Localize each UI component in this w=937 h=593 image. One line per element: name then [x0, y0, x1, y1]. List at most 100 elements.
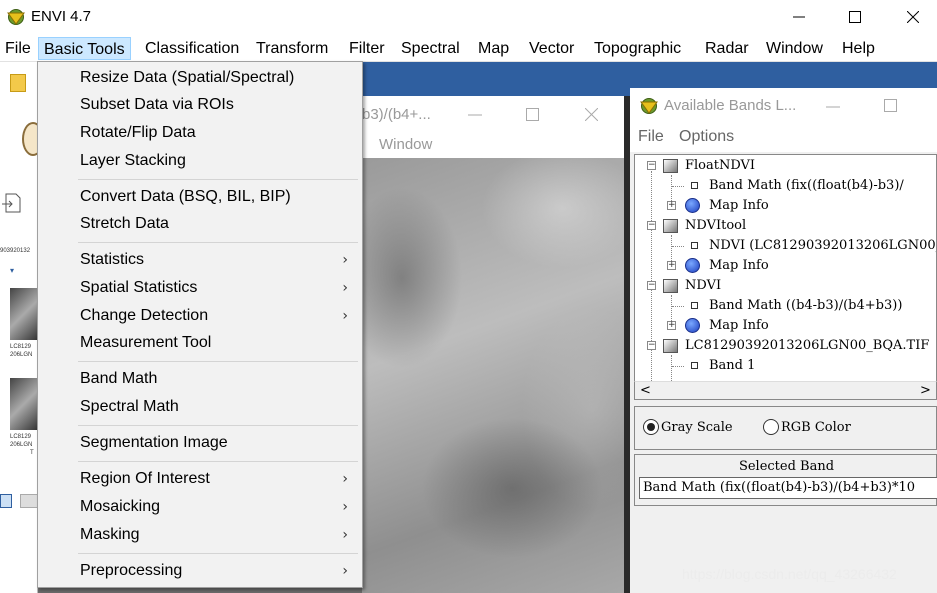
- open-file-icon[interactable]: [2, 192, 22, 214]
- tree-file-bqa[interactable]: LC81290392013206LGN00_BQA.TIF: [685, 336, 929, 356]
- menu-item-resize-data[interactable]: Resize Data (Spatial/Spectral): [38, 65, 362, 91]
- menu-window[interactable]: Window: [766, 37, 823, 60]
- tree-mapinfo-floatndvi[interactable]: Map Info: [709, 196, 769, 216]
- tree-horizontal-scrollbar[interactable]: < >: [634, 381, 937, 400]
- folder-icon[interactable]: [10, 74, 26, 92]
- menu-item-masking[interactable]: Masking ›: [38, 522, 362, 548]
- view-dropdown-icon[interactable]: ▾: [10, 266, 14, 275]
- menu-item-subset-data[interactable]: Subset Data via ROIs: [38, 92, 362, 118]
- map-info-globe-icon: [685, 318, 700, 333]
- menu-item-mosaicking[interactable]: Mosaicking ›: [38, 494, 362, 520]
- submenu-arrow-icon: ›: [342, 308, 348, 324]
- menu-item-region-of-interest[interactable]: Region Of Interest ›: [38, 466, 362, 492]
- tree-expand-toggle[interactable]: +: [667, 201, 676, 210]
- selected-band-field[interactable]: Band Math (fix((float(b4)-b3)/(b4+b3)*10: [639, 477, 937, 499]
- grayscale-image-canvas[interactable]: [362, 158, 624, 593]
- menu-topographic[interactable]: Topographic: [594, 37, 681, 60]
- menu-transform[interactable]: Transform: [256, 37, 328, 60]
- submenu-arrow-icon: ›: [342, 527, 348, 543]
- image-window-title: b3)/(b4+...: [362, 106, 431, 123]
- selected-band-panel: Selected Band Band Math (fix((float(b4)-…: [634, 454, 937, 506]
- tree-band-ndvi[interactable]: Band Math ((b4-b3)/(b4+b3)): [709, 296, 902, 316]
- tree-collapse-toggle[interactable]: −: [647, 161, 656, 170]
- user-avatar-icon: [22, 122, 37, 156]
- bands-minimize-icon[interactable]: [826, 106, 840, 108]
- tree-file-floatndvi[interactable]: FloatNDVI: [685, 156, 755, 176]
- view-toggle-button[interactable]: [0, 494, 12, 508]
- menu-item-rotate-flip[interactable]: Rotate/Flip Data: [38, 120, 362, 146]
- file-icon: [663, 219, 678, 233]
- band-leaf-icon: [691, 362, 698, 369]
- tree-expand-toggle[interactable]: +: [667, 321, 676, 330]
- tree-mapinfo-ndvitool[interactable]: Map Info: [709, 256, 769, 276]
- menu-item-segmentation-image[interactable]: Segmentation Image: [38, 430, 362, 456]
- tree-file-ndvi[interactable]: NDVI: [685, 276, 721, 296]
- submenu-arrow-icon: ›: [342, 252, 348, 268]
- watermark: https://blog.csdn.net/qq_43266432: [682, 566, 897, 582]
- menu-item-change-detection[interactable]: Change Detection ›: [38, 303, 362, 329]
- envi-globe-icon: [7, 9, 25, 25]
- bands-menu-file[interactable]: File: [638, 128, 664, 146]
- view-toggle-button-2[interactable]: [20, 494, 37, 508]
- image-menu-window[interactable]: Window: [379, 136, 432, 153]
- tree-collapse-toggle[interactable]: −: [647, 221, 656, 230]
- menu-spectral[interactable]: Spectral: [401, 37, 460, 60]
- menu-item-layer-stacking[interactable]: Layer Stacking: [38, 148, 362, 174]
- thumbnail-2[interactable]: [10, 378, 37, 430]
- scroll-right-icon[interactable]: >: [917, 382, 934, 399]
- menu-map[interactable]: Map: [478, 37, 509, 60]
- thumbnail-2-label-3: T: [30, 450, 34, 456]
- close-button[interactable]: [885, 0, 937, 34]
- menu-item-spatial-statistics[interactable]: Spatial Statistics ›: [38, 275, 362, 301]
- menu-item-statistics[interactable]: Statistics ›: [38, 247, 362, 273]
- tree-mapinfo-ndvi[interactable]: Map Info: [709, 316, 769, 336]
- tree-band-ndvitool[interactable]: NDVI (LC81290392013206LGN00_B4: [709, 236, 936, 256]
- menu-filter[interactable]: Filter: [349, 37, 385, 60]
- tree-band-floatndvi[interactable]: Band Math (fix((float(b4)-b3)/: [709, 176, 904, 196]
- maximize-button[interactable]: [827, 0, 883, 34]
- menu-file[interactable]: File: [5, 37, 31, 60]
- tree-collapse-toggle[interactable]: −: [647, 341, 656, 350]
- image-maximize-icon[interactable]: [526, 108, 539, 121]
- bands-tree: − FloatNDVI Band Math (fix((float(b4)-b3…: [634, 154, 937, 400]
- selected-band-label: Selected Band: [738, 459, 835, 474]
- menu-vector[interactable]: Vector: [529, 37, 574, 60]
- menu-item-stretch-data[interactable]: Stretch Data: [38, 211, 362, 237]
- file-icon: [663, 279, 678, 293]
- image-close-icon[interactable]: [585, 108, 598, 121]
- menu-item-convert-data[interactable]: Convert Data (BSQ, BIL, BIP): [38, 184, 362, 210]
- map-info-globe-icon: [685, 198, 700, 213]
- band-leaf-icon: [691, 182, 698, 189]
- image-minimize-icon[interactable]: [468, 114, 482, 116]
- menu-help[interactable]: Help: [842, 37, 875, 60]
- minimize-button[interactable]: [771, 0, 827, 34]
- bands-window-menubar: File Options: [630, 124, 937, 152]
- menu-item-measurement-tool[interactable]: Measurement Tool: [38, 330, 362, 356]
- tree-band-bqa[interactable]: Band 1: [709, 356, 755, 376]
- rgb-color-radio[interactable]: [763, 419, 779, 435]
- available-bands-window: Available Bands L... File Options − Floa…: [630, 88, 937, 593]
- thumbnail-1[interactable]: [10, 288, 37, 340]
- image-display-window: b3)/(b4+... Window: [362, 96, 624, 593]
- thumbnail-2-label-2: 206LGN: [10, 442, 33, 448]
- bands-window-titlebar: Available Bands L...: [630, 88, 937, 124]
- thumbnail-1-label-2: 206LGN: [10, 352, 33, 358]
- menu-classification[interactable]: Classification: [145, 37, 239, 60]
- gray-scale-radio[interactable]: [643, 419, 659, 435]
- bands-maximize-icon[interactable]: [884, 99, 897, 112]
- band-leaf-icon: [691, 242, 698, 249]
- menu-item-band-math[interactable]: Band Math: [38, 366, 362, 392]
- tree-collapse-toggle[interactable]: −: [647, 281, 656, 290]
- submenu-arrow-icon: ›: [342, 471, 348, 487]
- tree-file-ndvitool[interactable]: NDVItool: [685, 216, 746, 236]
- tree-expand-toggle[interactable]: +: [667, 261, 676, 270]
- menu-basic-tools[interactable]: Basic Tools: [38, 37, 131, 60]
- bands-menu-options[interactable]: Options: [679, 128, 734, 146]
- bands-window-title: Available Bands L...: [664, 97, 797, 114]
- gray-scale-label: Gray Scale: [661, 420, 733, 435]
- menu-item-spectral-math[interactable]: Spectral Math: [38, 394, 362, 420]
- menu-item-preprocessing[interactable]: Preprocessing ›: [38, 558, 362, 584]
- menu-radar[interactable]: Radar: [705, 37, 749, 60]
- scroll-left-icon[interactable]: <: [637, 382, 654, 399]
- minimize-icon: [793, 16, 805, 18]
